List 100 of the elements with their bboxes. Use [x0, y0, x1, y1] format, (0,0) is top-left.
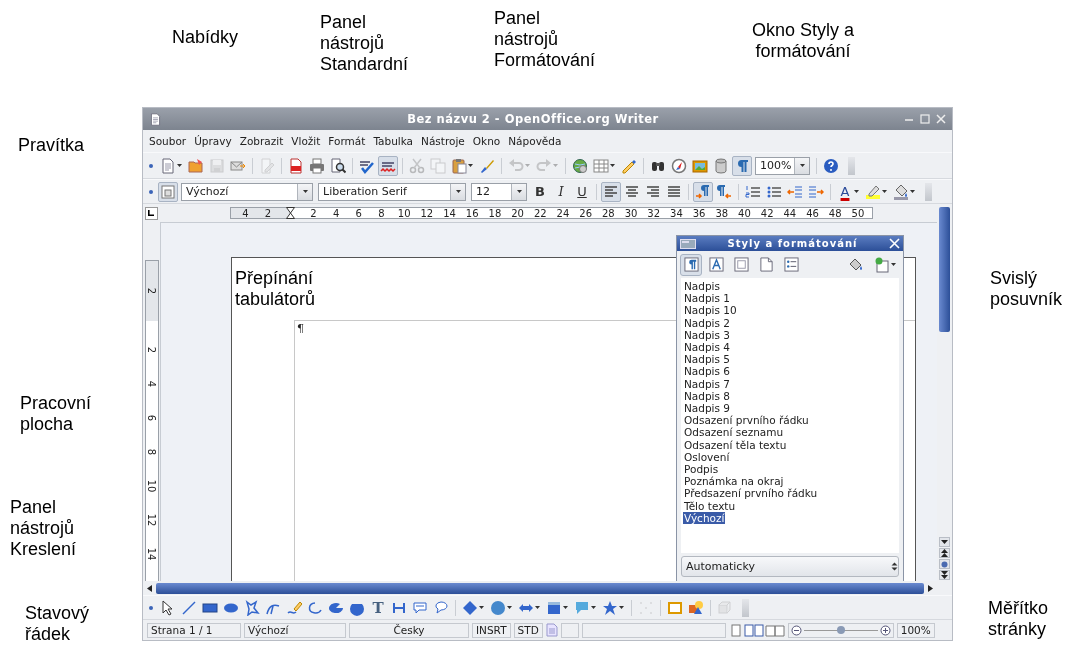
freehand-pencil-icon: [286, 599, 302, 616]
style-item[interactable]: Nadpis 9: [683, 402, 732, 415]
ruler-number: 24: [555, 207, 571, 219]
style-item[interactable]: Výchozí: [683, 511, 726, 525]
align-left-button[interactable]: [601, 181, 621, 202]
scrollbar-thumb[interactable]: [939, 207, 950, 332]
print-button[interactable]: [307, 155, 327, 176]
style-item[interactable]: Nadpis 4: [683, 341, 732, 354]
left-to-right-button[interactable]: [693, 181, 713, 202]
ruler-number: 48: [827, 207, 843, 219]
scroll-down-button[interactable]: [939, 537, 950, 547]
menu-item[interactable]: Soubor: [145, 135, 191, 147]
caret-icon: [302, 190, 308, 193]
style-item[interactable]: Nadpis 7: [683, 377, 732, 390]
close-icon[interactable]: [936, 114, 946, 124]
page-preview-button[interactable]: [328, 155, 348, 176]
zoom-percentage[interactable]: 100%: [896, 622, 935, 638]
toolbar-handle-icon[interactable]: [149, 189, 153, 194]
zoom-in-icon[interactable]: [879, 624, 891, 636]
auto-spellcheck-button[interactable]: [378, 155, 398, 176]
ruler-number: 4: [331, 207, 341, 219]
database-icon: [713, 157, 729, 174]
menu-item[interactable]: Tabulka: [369, 135, 418, 147]
speech-bubble-icon: [412, 599, 428, 616]
style-item[interactable]: Oslovení: [683, 450, 731, 464]
ruler-number: 10: [146, 479, 157, 493]
scroll-right-button[interactable]: [926, 582, 935, 594]
tab-stop-selector[interactable]: [145, 206, 158, 220]
formatting-marks-button[interactable]: [732, 155, 752, 176]
next-page-button[interactable]: [939, 570, 950, 580]
style-item[interactable]: Nadpis 5: [683, 353, 732, 366]
menu-item[interactable]: Okno: [468, 135, 505, 147]
style-item[interactable]: Nadpis 3: [683, 328, 732, 341]
status-field: Strana 1 / 1: [147, 622, 241, 638]
ruler-number: 14: [146, 547, 157, 561]
style-item[interactable]: Nadpis 8: [683, 389, 732, 403]
paragraph-mark: ¶: [297, 322, 304, 335]
status-field[interactable]: INSRT: [472, 622, 511, 638]
font-name-dropdown[interactable]: Liberation Serif: [318, 182, 466, 201]
status-field[interactable]: STD: [513, 622, 543, 638]
ruler-number: 18: [487, 207, 503, 219]
menu-item[interactable]: Formát: [324, 135, 370, 147]
caret-icon: [479, 606, 484, 609]
vertical-ruler[interactable]: 2 2 4 6 8 10 12 14: [144, 260, 159, 581]
book-view-icon[interactable]: [764, 623, 785, 637]
indent-marker-icon[interactable]: [286, 207, 296, 219]
style-item[interactable]: Odsazení těla textu: [683, 438, 788, 451]
menu-item[interactable]: Vložit: [287, 135, 325, 147]
multi-page-view-icon[interactable]: [743, 623, 764, 637]
style-item[interactable]: Nadpis 2: [683, 316, 732, 329]
caret-icon: [525, 164, 530, 167]
underline-button[interactable]: U: [572, 181, 592, 202]
style-item[interactable]: Nadpis 10: [683, 304, 738, 317]
previous-page-button[interactable]: [939, 548, 950, 558]
text-button[interactable]: T: [368, 597, 388, 618]
undo-icon: [508, 157, 524, 174]
scrollbar-thumb[interactable]: [156, 582, 924, 594]
zoom-out-icon[interactable]: [790, 624, 802, 636]
font-color-button[interactable]: A: [835, 181, 862, 202]
ruler-number: 42: [759, 207, 775, 219]
document-icon: [545, 623, 558, 637]
style-item[interactable]: Nadpis: [683, 280, 721, 293]
paint-bucket-icon: [848, 256, 864, 273]
style-item[interactable]: Poznámka na okraj: [683, 475, 785, 488]
ruler-number: 26: [578, 207, 593, 219]
font-size-dropdown[interactable]: 12: [471, 182, 527, 201]
compass-icon: [671, 157, 687, 174]
bold-button[interactable]: B: [530, 181, 550, 202]
horizontal-ruler[interactable]: 4 2 2 4 6 8 10 12 14 16 18 20 22 24 26 28 30 32 34 36 38 40 42 44 46 48 50: [230, 207, 873, 219]
style-item[interactable]: Nadpis 1: [683, 292, 732, 305]
zoom-slider[interactable]: [787, 622, 894, 638]
style-item[interactable]: Podpis: [683, 463, 720, 476]
window-title: Bez názvu 2 - OpenOffice.org Writer: [406, 112, 660, 126]
style-item[interactable]: Tělo textu: [683, 499, 737, 512]
style-item[interactable]: Předsazení prvního řádku: [683, 487, 819, 500]
scroll-left-button[interactable]: [145, 582, 154, 594]
paragraph-style-dropdown[interactable]: Výchozí: [181, 182, 313, 201]
list-icon: [783, 257, 799, 272]
style-filter-dropdown[interactable]: Automaticky: [681, 556, 899, 577]
zoom-dropdown[interactable]: 100%: [755, 156, 810, 175]
toolbar-handle-icon[interactable]: [149, 163, 153, 168]
menu-item[interactable]: Nástroje: [417, 135, 469, 147]
navigation-button[interactable]: [939, 559, 950, 569]
maximize-icon[interactable]: [920, 114, 930, 124]
style-item[interactable]: Nadpis 6: [683, 365, 732, 378]
styles-toggle-button[interactable]: [158, 181, 178, 202]
style-item[interactable]: Odsazení seznamu: [683, 426, 785, 439]
menu-item[interactable]: Úpravy: [190, 135, 236, 147]
toolbar-handle-icon[interactable]: [149, 605, 153, 610]
caret-icon: [619, 606, 624, 609]
italic-button[interactable]: I: [551, 181, 571, 202]
align-center-icon: [624, 183, 640, 200]
style-family-button[interactable]: [680, 253, 702, 276]
menu-item[interactable]: Nápověda: [504, 135, 566, 147]
ruler-number: 12: [419, 207, 435, 219]
callout-label: Nabídky: [172, 27, 239, 48]
caret-icon: [468, 164, 473, 167]
menu-item[interactable]: Zobrazit: [235, 135, 288, 147]
caret-icon: [455, 190, 461, 193]
style-item[interactable]: Odsazení prvního řádku: [683, 414, 810, 427]
